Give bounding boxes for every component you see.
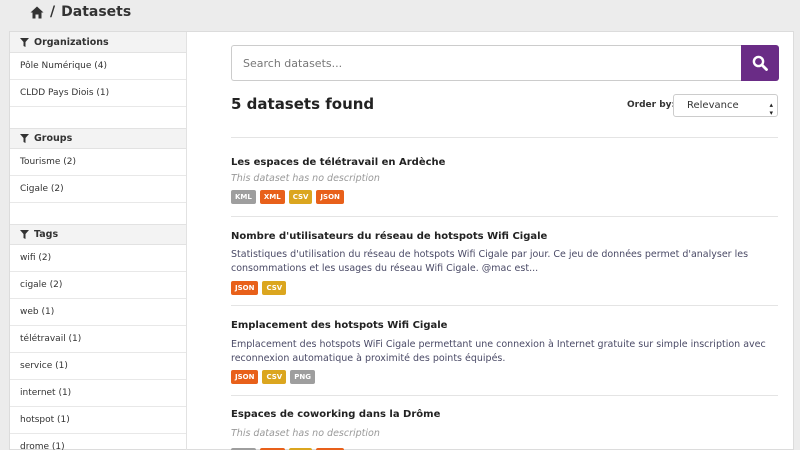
dataset-title-link[interactable]: Espaces de coworking dans la Drôme — [231, 409, 440, 420]
filter-icon — [20, 230, 29, 239]
order-by-value: Relevance — [687, 100, 739, 111]
dataset-description: This dataset has no description — [231, 173, 380, 184]
breadcrumb-separator: / — [50, 4, 56, 20]
facet-item[interactable]: service (1) — [10, 353, 186, 380]
filter-icon — [20, 134, 29, 143]
format-badges: JSON CSV PNG — [231, 370, 315, 384]
dataset-title-link[interactable]: Nombre d'utilisateurs du réseau de hotsp… — [231, 231, 547, 242]
facet-heading-organizations: Organizations — [10, 32, 186, 53]
facet-spacer — [10, 203, 186, 224]
order-by-label: Order by: — [627, 100, 676, 110]
breadcrumb: / Datasets — [30, 4, 131, 20]
format-badge-kml: KML — [231, 190, 256, 204]
result-divider — [231, 216, 778, 217]
dataset-description: Statistiques d'utilisation du réseau de … — [231, 249, 749, 274]
order-by-select[interactable]: Relevance ▴ ▾ — [673, 94, 778, 117]
results-area: 5 datasets found Order by: Relevance ▴▾ … — [188, 32, 793, 450]
search-input[interactable] — [231, 45, 741, 81]
facet-spacer — [10, 107, 186, 128]
result-divider — [231, 395, 778, 396]
content-panel: Organizations Pôle Numérique (4) CLDD Pays… — [9, 31, 794, 450]
format-badge-png: PNG — [290, 370, 315, 384]
facet-item[interactable]: Cigale (2) — [10, 176, 186, 203]
facet-heading-label: Groups — [34, 133, 73, 144]
facet-item[interactable]: CLDD Pays Diois (1) — [10, 80, 186, 107]
format-badge-json: JSON — [316, 190, 344, 204]
dataset-title-link[interactable]: Emplacement des hotspots Wifi Cigale — [231, 320, 447, 331]
results-count: 5 datasets found — [231, 95, 375, 113]
format-badge-xml: XML — [259, 190, 285, 204]
page-title: Datasets — [61, 4, 132, 20]
search-bar — [231, 45, 779, 81]
facet-item[interactable]: cigale (2) — [10, 272, 186, 299]
format-badge-csv: CSV — [288, 190, 313, 204]
format-badge-csv: CSV — [262, 281, 287, 295]
home-icon[interactable] — [30, 6, 44, 19]
facet-item[interactable]: internet (1) — [10, 380, 186, 407]
filter-icon — [20, 37, 29, 47]
facet-item[interactable]: Tourisme (2) — [10, 149, 186, 176]
select-arrows-icon: ▴ ▾ — [769, 101, 773, 117]
facet-item[interactable]: hotspot (1) — [10, 407, 186, 434]
facet-item[interactable]: wifi (2) — [10, 245, 186, 272]
facet-heading-label: Organizations — [34, 36, 109, 48]
format-badge-json: JSON — [231, 281, 259, 295]
facet-item[interactable]: web (1) — [10, 299, 186, 326]
facet-heading-label: Tags — [34, 229, 59, 240]
format-badge-csv: CSV — [262, 370, 287, 384]
facet-item[interactable]: drome (1) — [10, 434, 186, 450]
format-badges: JSON CSV — [231, 281, 287, 295]
facet-item[interactable]: Pôle Numérique (4) — [10, 53, 186, 80]
format-badge-json: JSON — [231, 370, 259, 384]
top-bar: / Datasets — [0, 0, 800, 28]
facet-item[interactable]: télétravail (1) — [10, 326, 186, 353]
dataset-description: Emplacement des hotspots WiFi Cigale per… — [231, 339, 766, 364]
format-badges: KMLXMLCSVJSON — [231, 190, 344, 204]
facet-heading-groups: Groups — [10, 128, 186, 149]
dataset-description: This dataset has no description — [231, 428, 380, 439]
result-divider — [231, 137, 778, 138]
facet-sidebar: Organizations Pôle Numérique (4) CLDD Pays… — [10, 32, 187, 450]
result-divider — [231, 305, 778, 306]
facet-heading-tags: Tags — [10, 224, 186, 245]
search-button[interactable] — [741, 45, 779, 81]
search-icon — [752, 55, 768, 71]
dataset-title-link[interactable]: Les espaces de télétravail en Ardèche — [231, 157, 445, 168]
